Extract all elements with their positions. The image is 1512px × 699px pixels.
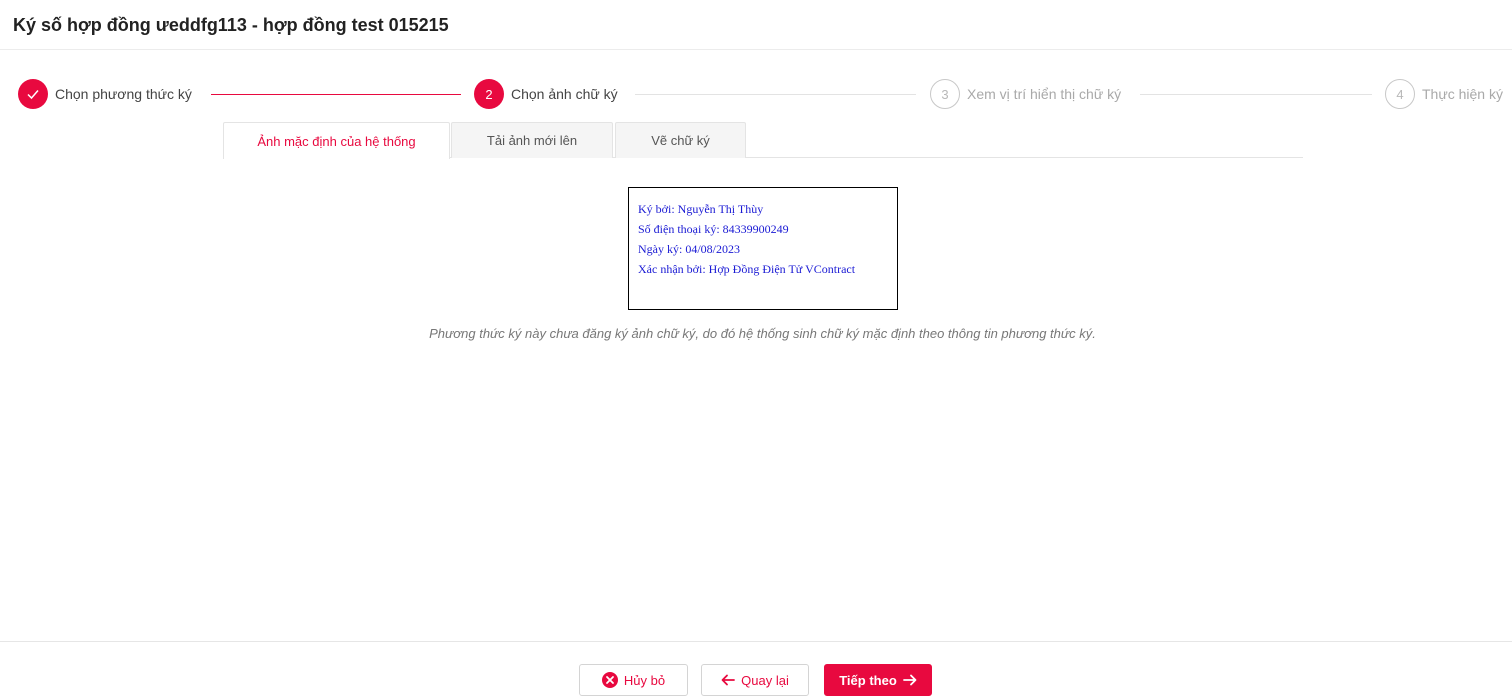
step-choose-method[interactable]: Chọn phương thức ký: [18, 78, 192, 110]
step-number: 3: [930, 79, 960, 109]
cancel-circle-icon: [601, 672, 618, 688]
next-label: Tiếp theo: [839, 672, 897, 688]
verified-by-line: Xác nhận bởi: Hợp Đồng Điện Tử VContract: [638, 262, 856, 276]
step-choose-signature-image[interactable]: 2 Chọn ảnh chữ ký: [474, 78, 618, 110]
step-label: Xem vị trí hiển thị chữ ký: [967, 86, 1122, 102]
step-label: Thực hiện ký: [1422, 86, 1503, 102]
step-connector: [211, 94, 461, 95]
arrow-right-icon: [902, 674, 917, 686]
step-number: 2: [474, 79, 504, 109]
footer-actions: Hủy bỏ Quay lại Tiếp theo: [0, 641, 1512, 699]
tab-upload-image[interactable]: Tải ảnh mới lên: [451, 122, 613, 158]
page-header: Ký số hợp đồng ưeddfg113 - hợp đồng test…: [0, 0, 1512, 50]
back-label: Quay lại: [741, 672, 789, 688]
step-perform-signing[interactable]: 4 Thực hiện ký: [1385, 78, 1503, 110]
tab-draw-signature[interactable]: Vẽ chữ ký: [615, 122, 746, 158]
step-view-signature-position[interactable]: 3 Xem vị trí hiển thị chữ ký: [930, 78, 1121, 110]
page-title: Ký số hợp đồng ưeddfg113 - hợp đồng test…: [13, 15, 449, 35]
step-connector: [1140, 94, 1372, 95]
tab-default-image[interactable]: Ảnh mặc định của hệ thống: [223, 122, 450, 159]
check-icon: [18, 79, 48, 109]
signed-by-line: Ký bởi: Nguyễn Thị Thùy: [638, 202, 764, 216]
back-button[interactable]: Quay lại: [701, 664, 809, 696]
step-number: 4: [1385, 79, 1415, 109]
next-button[interactable]: Tiếp theo: [824, 664, 932, 696]
default-signature-note: Phương thức ký này chưa đăng ký ảnh chữ …: [429, 326, 1096, 341]
arrow-left-icon: [721, 674, 736, 686]
signature-source-tabs: Ảnh mặc định của hệ thống Tải ảnh mới lê…: [223, 122, 1303, 159]
step-connector: [635, 94, 916, 95]
signature-preview: Ký bởi: Nguyễn Thị Thùy Số điện thoại ký…: [628, 187, 898, 310]
cancel-button[interactable]: Hủy bỏ: [579, 664, 688, 696]
cancel-label: Hủy bỏ: [623, 672, 666, 688]
sign-date-line: Ngày ký: 04/08/2023: [638, 242, 740, 256]
step-label: Chọn ảnh chữ ký: [511, 86, 618, 102]
phone-line: Số điện thoại ký: 84339900249: [638, 222, 789, 236]
step-label: Chọn phương thức ký: [55, 86, 192, 102]
